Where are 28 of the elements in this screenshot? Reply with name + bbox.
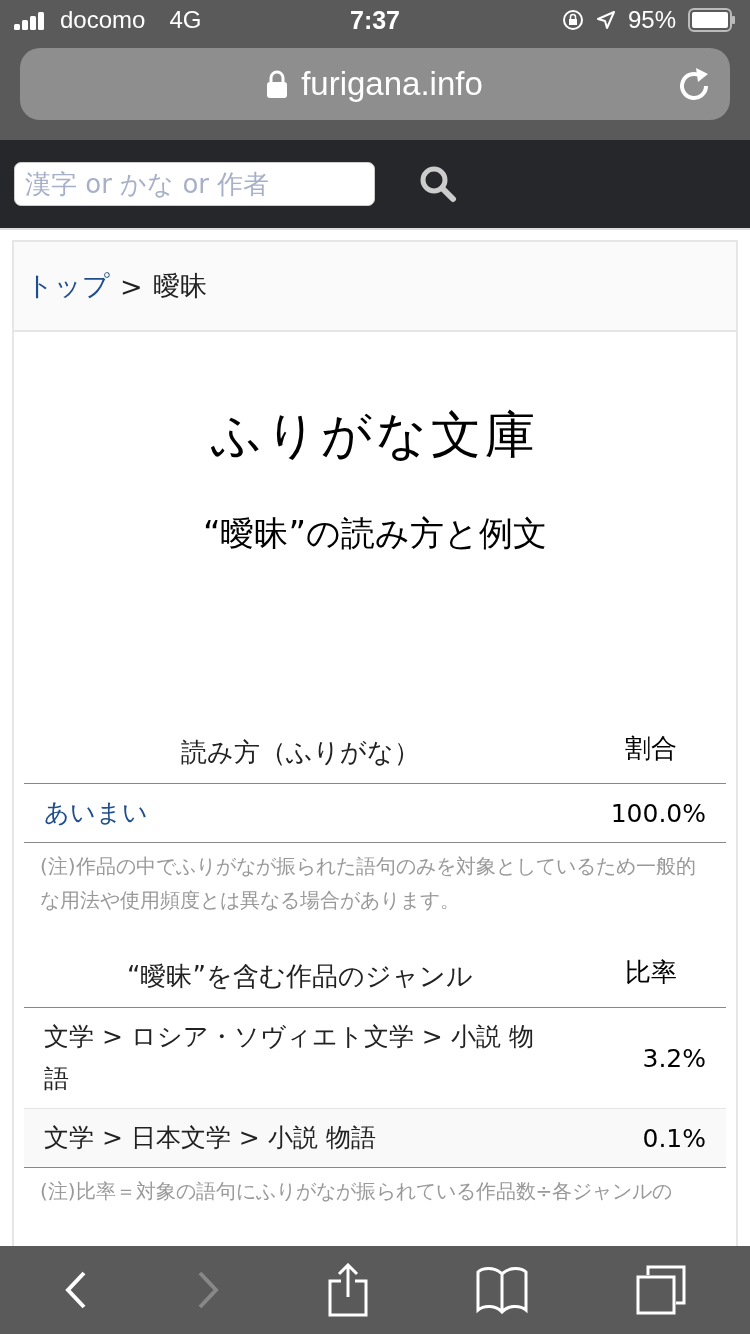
- time-text: 7:37: [350, 5, 401, 35]
- search-icon[interactable]: [419, 165, 457, 203]
- lock-icon: [267, 70, 288, 98]
- site-title: ふりがな文庫: [210, 405, 540, 466]
- search-field[interactable]: 漢字 or かな or 作者: [14, 162, 375, 206]
- table-cell-text: 文学 > ロシア・ソヴィエト文学 > 小説 物語: [43, 1021, 535, 1095]
- battery-icon: [688, 8, 736, 32]
- network-text: 4G: [169, 6, 202, 34]
- column-header: 読み方（ふりがな）: [179, 736, 421, 769]
- table-cell-text: 3.2%: [641, 1043, 707, 1073]
- note-text: (注)作品の中でふりがなが振られた語句のみを対象としているため一般的な用法や使用頻度とは異なる場合があります。: [40, 853, 697, 914]
- reading-link[interactable]: あいまい: [24, 792, 576, 834]
- separator-text: >: [120, 270, 143, 302]
- page-title: “曖昧”の読み方と例文: [201, 512, 549, 555]
- carrier-text: docomo: [60, 6, 146, 34]
- column-header: 比率: [624, 956, 678, 989]
- column-header: 割合: [624, 732, 678, 765]
- location-icon: [595, 10, 616, 30]
- note-text: (注)比率＝対象の語句にふりがなが振られている作品数÷各ジャンルの: [40, 1178, 674, 1205]
- table-cell-text: 文学 > 日本文学 > 小説 物語: [43, 1122, 377, 1154]
- column-header: “曖昧”を含む作品のジャンル: [126, 960, 474, 993]
- table-cell-text: 100.0%: [609, 798, 707, 828]
- breadcrumb-current: 曖昧: [152, 269, 207, 303]
- battery-text: 95%: [627, 6, 676, 34]
- breadcrumb-link[interactable]: トップ: [26, 268, 110, 304]
- rotation-lock-icon: [561, 9, 584, 31]
- table-cell-text: 0.1%: [641, 1123, 707, 1153]
- url-text: furigana.info: [301, 65, 483, 103]
